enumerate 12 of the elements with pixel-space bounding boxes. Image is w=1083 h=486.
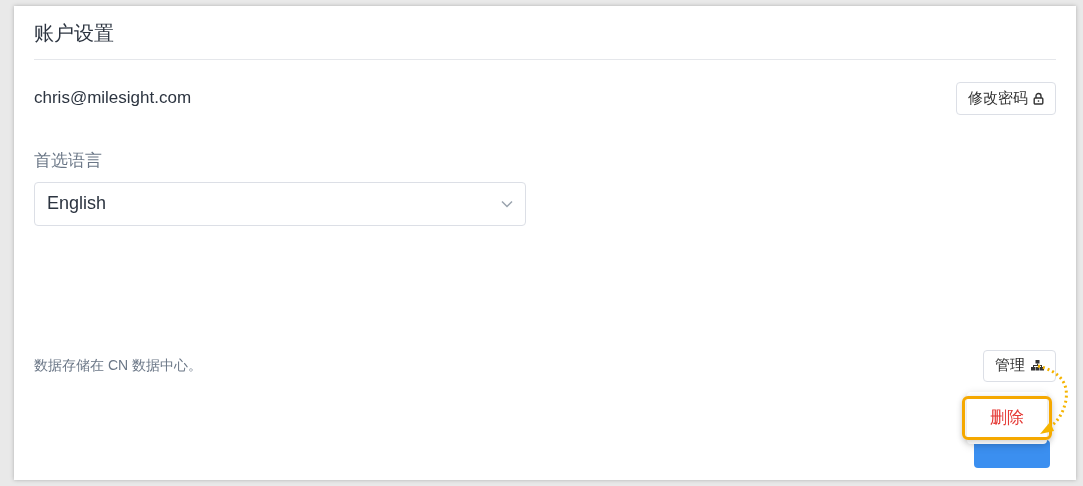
menu-item[interactable]: 删除	[962, 396, 1052, 440]
chevron-down-icon	[501, 199, 513, 208]
lock-icon	[1033, 92, 1044, 105]
manage-button[interactable]: 管理	[983, 349, 1056, 382]
language-select[interactable]: English	[34, 181, 526, 226]
change-password-button[interactable]: 修改密码	[956, 82, 1056, 115]
selected-language: English	[47, 192, 107, 215]
account-email: chris@milesight.com	[34, 87, 192, 109]
language-label: 首选语言	[34, 150, 103, 172]
page-title: 账户设置	[34, 20, 114, 46]
storage-note: 数据存储在 CN 数据中心。	[34, 356, 202, 375]
hierarchy-icon	[1031, 360, 1044, 371]
